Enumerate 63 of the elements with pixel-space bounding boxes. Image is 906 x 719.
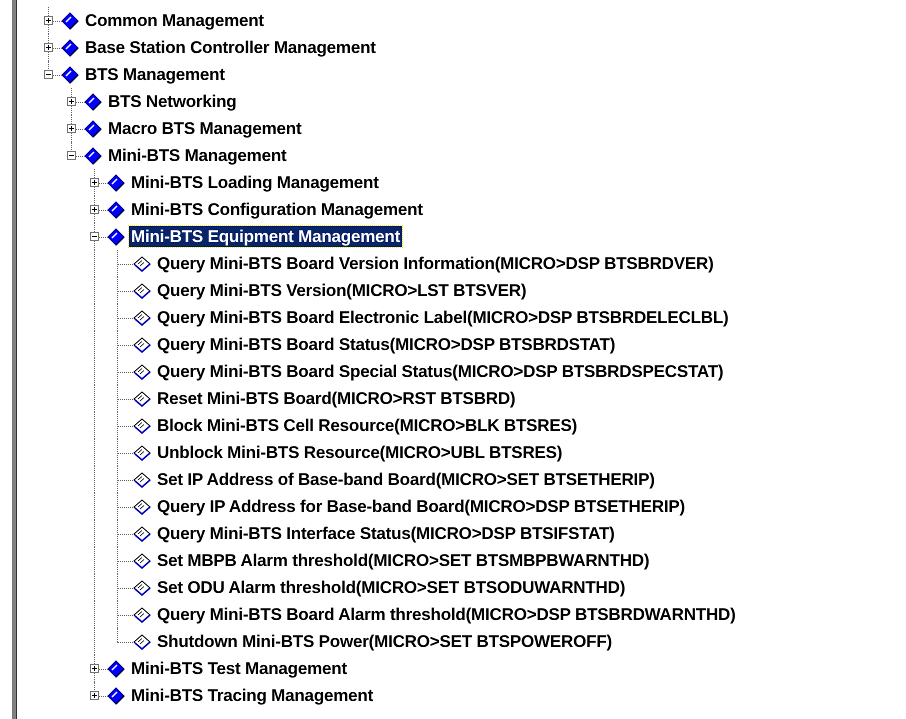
open-book-icon <box>133 472 151 488</box>
tree-item[interactable]: Shutdown Mini-BTS Power(MICRO>SET BTSPOWEROFF) <box>155 631 614 652</box>
collapse-icon[interactable] <box>90 232 99 241</box>
tree-item[interactable]: Mini-BTS Configuration Management <box>129 199 425 220</box>
open-book-icon <box>133 552 151 568</box>
book-icon <box>61 38 79 56</box>
tree-item[interactable]: Mini-BTS Loading Management <box>129 172 381 193</box>
open-book-icon <box>133 526 151 542</box>
expand-icon[interactable] <box>44 16 53 25</box>
tree-item[interactable]: Unblock Mini-BTS Resource(MICRO>UBL BTSRES) <box>155 442 564 463</box>
tree-item[interactable]: Mini-BTS Equipment Management <box>129 226 402 247</box>
tree-item[interactable]: Base Station Controller Management <box>83 37 378 58</box>
book-icon <box>107 174 125 192</box>
open-book-icon <box>133 606 151 622</box>
tree-item[interactable]: BTS Management <box>83 64 227 85</box>
tree-item[interactable]: Mini-BTS Test Management <box>129 658 349 679</box>
tree-item[interactable]: Block Mini-BTS Cell Resource(MICRO>BLK BTSRES) <box>155 415 580 436</box>
book-icon <box>84 146 102 164</box>
book-icon <box>107 200 125 218</box>
expand-icon[interactable] <box>90 205 99 214</box>
tree-item[interactable]: Query IP Address for Base-band Board(MICRO>DSP BTSETHERIP) <box>155 496 687 517</box>
tree-item[interactable]: Query Mini-BTS Board Special Status(MICRO>DSP BTSBRDSPECSTAT) <box>155 361 726 382</box>
tree-item[interactable]: BTS Networking <box>106 91 238 112</box>
collapse-icon[interactable] <box>44 70 53 79</box>
open-book-icon <box>133 634 151 650</box>
tree-item[interactable]: Query Mini-BTS Board Status(MICRO>DSP BTSBRDSTAT) <box>155 334 618 355</box>
open-book-icon <box>133 256 151 272</box>
tree-item[interactable]: Query Mini-BTS Version(MICRO>LST BTSVER) <box>155 280 528 301</box>
tree-item[interactable]: Reset Mini-BTS Board(MICRO>RST BTSBRD) <box>155 388 518 409</box>
open-book-icon <box>133 364 151 380</box>
book-icon <box>84 120 102 138</box>
tree-item[interactable]: Set MBPB Alarm threshold(MICRO>SET BTSMBPBWARNTHD) <box>155 550 652 571</box>
tree-item[interactable]: Common Management <box>83 10 266 31</box>
book-icon <box>61 12 79 30</box>
collapse-icon[interactable] <box>67 151 76 160</box>
book-icon <box>107 228 125 246</box>
book-icon <box>84 92 102 110</box>
book-icon <box>61 66 79 84</box>
book-icon <box>107 686 125 704</box>
open-book-icon <box>133 498 151 514</box>
open-book-icon <box>133 418 151 434</box>
expand-icon[interactable] <box>90 664 99 673</box>
open-book-icon <box>133 444 151 460</box>
expand-icon[interactable] <box>67 97 76 106</box>
tree-item[interactable]: Query Mini-BTS Board Version Information(MICRO>DSP BTSBRDVER) <box>155 253 716 274</box>
open-book-icon <box>133 336 151 352</box>
expand-icon[interactable] <box>67 124 76 133</box>
open-book-icon <box>133 390 151 406</box>
tree-item[interactable]: Macro BTS Management <box>106 118 304 139</box>
tree-item[interactable]: Set ODU Alarm threshold(MICRO>SET BTSODUWARNTHD) <box>155 577 628 598</box>
open-book-icon <box>133 580 151 596</box>
tree-item[interactable]: Query Mini-BTS Interface Status(MICRO>DSP BTSIFSTAT) <box>155 523 617 544</box>
tree-item[interactable]: Mini-BTS Management <box>106 145 288 166</box>
open-book-icon <box>133 282 151 298</box>
tree-item[interactable]: Set IP Address of Base-band Board(MICRO>SET BTSETHERIP) <box>155 469 657 490</box>
expand-icon[interactable] <box>90 178 99 187</box>
tree-item[interactable]: Mini-BTS Tracing Management <box>129 685 376 706</box>
tree-item[interactable]: Query Mini-BTS Board Electronic Label(MICRO>DSP BTSBRDELECLBL) <box>155 307 730 328</box>
book-icon <box>107 660 125 678</box>
expand-icon[interactable] <box>90 691 99 700</box>
tree-item[interactable]: Query Mini-BTS Board Alarm threshold(MICRO>DSP BTSBRDWARNTHD) <box>155 604 738 625</box>
open-book-icon <box>133 310 151 326</box>
expand-icon[interactable] <box>44 43 53 52</box>
